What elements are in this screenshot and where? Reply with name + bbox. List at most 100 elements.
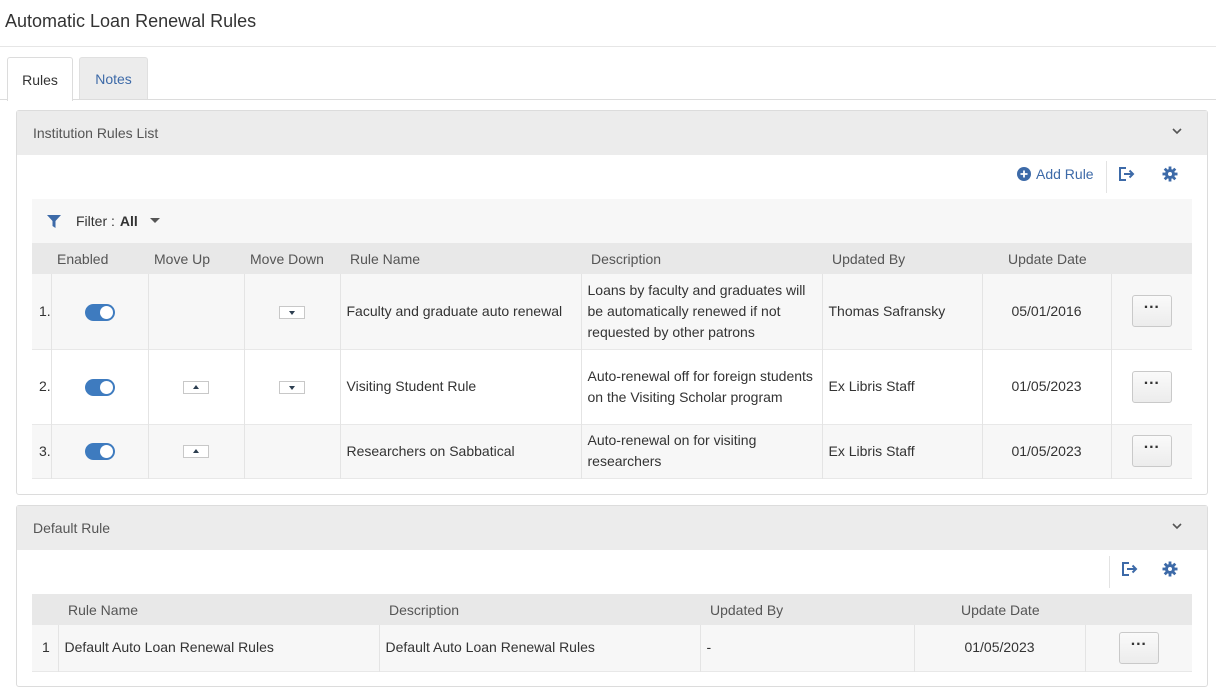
enabled-cell — [50, 274, 148, 349]
updated-by-cell: Ex Libris Staff — [821, 424, 982, 478]
export-button[interactable] — [1118, 166, 1136, 182]
rule-name-link[interactable]: Researchers on Sabbatical — [339, 424, 581, 478]
description-cell: Auto-renewal off for foreign students on… — [580, 349, 822, 424]
description-cell: Auto-renewal on for visiting researchers — [580, 424, 822, 478]
tab-notes[interactable]: Notes — [79, 57, 148, 100]
toggle-knob — [99, 305, 113, 319]
gear-icon — [1162, 166, 1178, 182]
panel-title: Default Rule — [33, 520, 111, 536]
tabs-divider — [0, 99, 1216, 100]
gear-icon — [1162, 561, 1178, 577]
move-down-button[interactable] — [279, 305, 305, 319]
row-actions-button[interactable]: ··· — [1131, 295, 1172, 328]
chevron-down-icon[interactable] — [1171, 520, 1183, 532]
caret-up-icon — [193, 449, 199, 454]
description-cell: Loans by faculty and graduates will be a… — [580, 274, 822, 349]
row-index: 1. — [32, 274, 51, 349]
actions-cell: ··· — [1110, 424, 1192, 478]
toolbar-divider — [1109, 556, 1110, 588]
enabled-cell — [50, 424, 148, 478]
move-up-button[interactable] — [183, 445, 209, 459]
enabled-toggle[interactable] — [84, 303, 115, 321]
row-actions-button[interactable]: ··· — [1131, 370, 1172, 403]
col-description[interactable]: Description — [379, 594, 700, 625]
tab-rules[interactable]: Rules — [7, 57, 73, 101]
institution-rules-header[interactable]: Institution Rules List — [17, 111, 1207, 155]
default-toolbar — [17, 550, 1207, 594]
actions-cell: ··· — [1084, 625, 1192, 671]
actions-cell: ··· — [1110, 349, 1192, 424]
description-cell: Default Auto Loan Renewal Rules — [378, 625, 700, 671]
col-updated-by[interactable]: Updated By — [700, 594, 914, 625]
rule-name-link[interactable]: Visiting Student Rule — [339, 349, 581, 424]
col-move-up[interactable]: Move Up — [148, 243, 244, 274]
table-header-row: Enabled Move Up Move Down Rule Name Desc… — [32, 243, 1192, 274]
plus-circle-icon — [1017, 167, 1031, 181]
move-down-cell — [243, 424, 340, 478]
export-icon — [1119, 167, 1135, 181]
table-row: 2. Visiting Student Rule Auto-renewal of… — [32, 349, 1192, 424]
col-updated-by[interactable]: Updated By — [822, 243, 982, 274]
export-button[interactable] — [1121, 561, 1139, 577]
move-down-cell — [243, 274, 340, 349]
table-row: 1 Default Auto Loan Renewal Rules Defaul… — [32, 625, 1192, 671]
filter-value[interactable]: All — [120, 213, 138, 229]
rule-name-link[interactable]: Faculty and graduate auto renewal — [339, 274, 581, 349]
table-settings-button[interactable] — [1162, 561, 1178, 577]
caret-up-icon — [193, 384, 199, 389]
table-settings-button[interactable] — [1162, 166, 1178, 182]
export-icon — [1122, 562, 1138, 576]
institution-toolbar: Add Rule — [17, 155, 1207, 199]
enabled-toggle[interactable] — [84, 378, 115, 396]
row-index: 3. — [32, 424, 51, 478]
actions-cell: ··· — [1110, 274, 1192, 349]
move-up-cell — [147, 274, 244, 349]
updated-by-cell: Thomas Safransky — [821, 274, 982, 349]
move-up-cell — [147, 349, 244, 424]
table-row: 3. Researchers on Sabbatical Auto-renewa… — [32, 424, 1192, 478]
add-rule-label: Add Rule — [1036, 166, 1094, 182]
institution-rules-table: Enabled Move Up Move Down Rule Name Desc… — [32, 243, 1192, 479]
col-move-down[interactable]: Move Down — [244, 243, 340, 274]
toolbar-divider — [1106, 161, 1107, 193]
col-rule-name[interactable]: Rule Name — [58, 594, 379, 625]
enabled-toggle[interactable] — [84, 443, 115, 461]
add-rule-button[interactable]: Add Rule — [1017, 166, 1094, 182]
filter-bar: Filter : All — [32, 199, 1192, 243]
default-rule-header[interactable]: Default Rule — [17, 506, 1207, 550]
col-update-date[interactable]: Update Date — [914, 594, 1085, 625]
title-divider — [0, 46, 1216, 47]
updated-by-cell: - — [699, 625, 914, 671]
default-rule-table: Rule Name Description Updated By Update … — [32, 594, 1192, 672]
institution-rules-panel: Institution Rules List Add Rule Filter:… — [16, 110, 1208, 495]
toggle-knob — [99, 445, 113, 459]
col-index — [32, 243, 51, 274]
col-update-date[interactable]: Update Date — [982, 243, 1111, 274]
move-down-cell — [243, 349, 340, 424]
table-header-row: Rule Name Description Updated By Update … — [32, 594, 1192, 625]
caret-down-icon[interactable] — [149, 218, 160, 224]
panel-title: Institution Rules List — [33, 125, 159, 141]
move-down-button[interactable] — [279, 380, 305, 394]
col-enabled[interactable]: Enabled — [51, 243, 148, 274]
move-up-cell — [147, 424, 244, 478]
rule-name-link[interactable]: Default Auto Loan Renewal Rules — [57, 625, 379, 671]
default-rule-panel: Default Rule Rule Name Description Updat… — [16, 505, 1208, 687]
table-row: 1. Faculty and graduate auto renewal Loa… — [32, 274, 1192, 349]
move-up-button[interactable] — [183, 380, 209, 394]
row-index: 2. — [32, 349, 51, 424]
col-rule-name[interactable]: Rule Name — [340, 243, 581, 274]
page-title: Automatic Loan Renewal Rules — [5, 11, 257, 31]
row-actions-button[interactable]: ··· — [1131, 435, 1172, 467]
row-actions-button[interactable]: ··· — [1118, 631, 1159, 664]
updated-by-cell: Ex Libris Staff — [821, 349, 982, 424]
col-index — [32, 594, 58, 625]
row-index: 1 — [32, 625, 58, 671]
toggle-knob — [99, 380, 113, 394]
filter-label: Filter : — [76, 213, 115, 229]
chevron-down-icon[interactable] — [1171, 125, 1183, 137]
tab-bar: Rules Notes — [7, 57, 148, 101]
update-date-cell: 01/05/2023 — [913, 625, 1085, 671]
funnel-icon — [47, 214, 61, 228]
col-description[interactable]: Description — [581, 243, 822, 274]
